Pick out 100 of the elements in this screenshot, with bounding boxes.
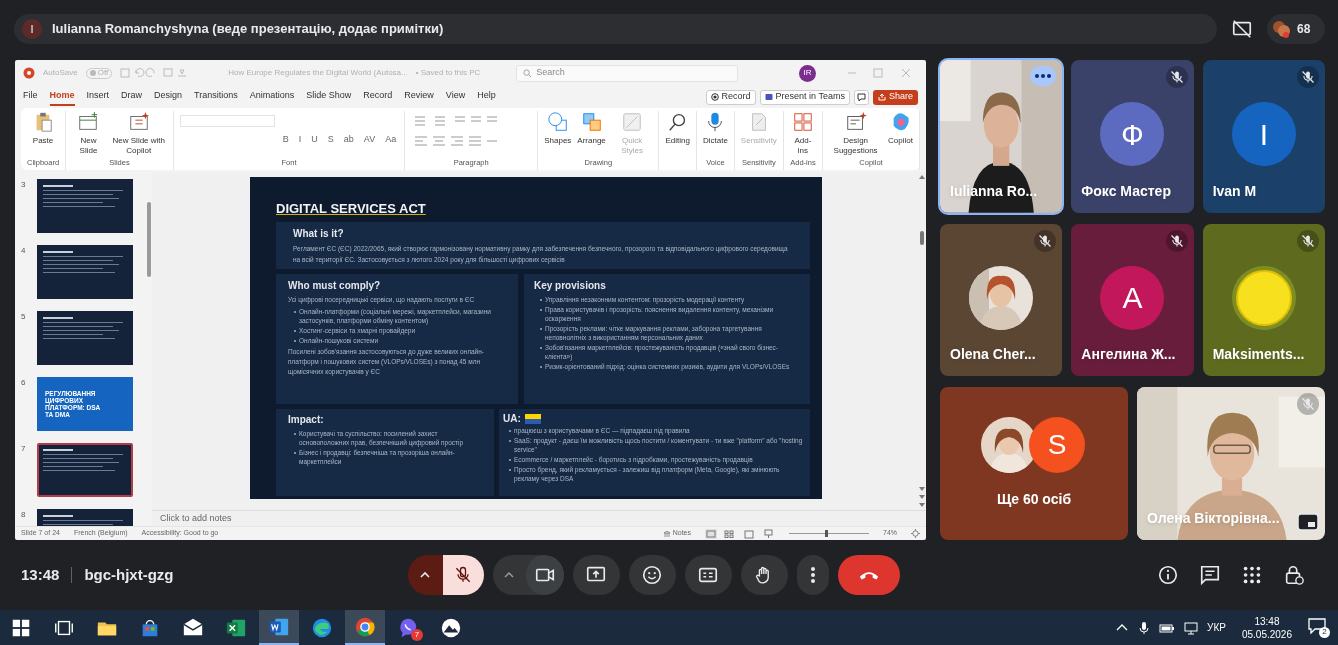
slide-number: 3 [21, 179, 27, 191]
participant-name: Olena Cher... [950, 345, 1036, 365]
slider-thumb[interactable] [825, 530, 828, 537]
menu-tab[interactable]: Slide Show [306, 88, 352, 106]
meeting-code: bgc-hjxt-gzg [84, 564, 174, 585]
scrollbar-thumb[interactable] [920, 231, 924, 245]
slide-thumbnail[interactable] [37, 179, 133, 233]
search-icon [523, 68, 533, 78]
screen-share-off-icon[interactable] [1231, 18, 1253, 40]
format-button[interactable]: ab [341, 133, 356, 147]
picture-in-picture-icon[interactable] [1297, 513, 1319, 531]
avatar: Ф [1100, 102, 1165, 166]
dictate-button[interactable]: Dictate [702, 111, 728, 146]
apps-grid-icon[interactable] [1241, 564, 1263, 586]
slide-thumbnail[interactable] [37, 311, 133, 365]
participant-name: Ангелина Ж... [1081, 345, 1176, 365]
browser-icon [311, 616, 333, 639]
clock-time: 13:48 [1254, 614, 1280, 628]
scroll-down-icon[interactable] [919, 486, 925, 508]
microphone-button[interactable] [442, 555, 484, 595]
participant-name: Maksiments... [1212, 345, 1305, 365]
quick-styles-icon [621, 111, 644, 133]
comments-icon[interactable] [853, 89, 869, 105]
copilot-button[interactable]: Copilot [888, 111, 913, 146]
record-button[interactable]: Record [705, 89, 756, 105]
menu-tab[interactable]: Transitions [194, 88, 238, 106]
participant-name: Ще 60 осіб [995, 490, 1073, 510]
scrollbar-thumb[interactable] [146, 202, 151, 277]
camera-button[interactable] [525, 555, 564, 595]
mic-off-icon [1297, 66, 1319, 88]
scroll-up-icon[interactable] [919, 174, 925, 180]
raise-hand-button[interactable] [740, 555, 788, 595]
mic-off-icon [1034, 229, 1057, 252]
design-button[interactable]: Design Suggestions [829, 111, 883, 156]
chat-icon[interactable] [1199, 564, 1221, 586]
arrange-button[interactable]: Arrange [577, 111, 606, 146]
participant-count: 68 [1297, 21, 1311, 38]
participant-name: Фокс Мастер [1081, 181, 1171, 201]
menu-tab[interactable]: Help [477, 88, 496, 106]
menu-tab[interactable]: Review [404, 88, 434, 106]
format-button[interactable]: B [280, 133, 291, 147]
new-slide-button[interactable]: New Slide [72, 111, 105, 156]
slide-thumbnail[interactable] [37, 443, 133, 497]
emoji-button[interactable] [628, 555, 676, 595]
slide-sparkle-icon [127, 111, 150, 133]
notification-badge: 7 [411, 629, 423, 641]
view-buttons-icon[interactable] [705, 528, 775, 539]
participants-button[interactable]: 68 [1267, 14, 1325, 44]
menu-tab[interactable]: Animations [249, 88, 295, 106]
copilot-slide-button[interactable]: New Slide with Copilot [110, 111, 167, 156]
taskbar-button[interactable]: 7 [388, 610, 428, 645]
zoom-slider[interactable] [789, 529, 869, 538]
present-screen-button[interactable] [572, 555, 620, 595]
more-options-button[interactable] [796, 555, 829, 595]
slide-number: 6 [21, 377, 27, 389]
taskbar-button[interactable] [345, 610, 385, 645]
present-in-teams-button[interactable]: Present in Teams [759, 89, 850, 105]
format-button[interactable]: AV [361, 133, 378, 147]
fit-slide-icon[interactable] [911, 529, 920, 538]
slide-thumbnail[interactable] [37, 245, 133, 299]
format-button[interactable]: Aa [383, 133, 399, 147]
format-button[interactable]: S [325, 133, 336, 147]
notes-icon [662, 530, 671, 537]
shapes-button[interactable]: Shapes [544, 111, 572, 146]
addins-button[interactable]: Add-ins [789, 111, 817, 156]
input-language[interactable]: УКР [1207, 620, 1226, 635]
search-field[interactable]: Search [516, 64, 739, 82]
menu-tab[interactable]: Record [363, 88, 393, 106]
paste-button[interactable]: Paste [32, 111, 55, 146]
avatar: A [1100, 265, 1165, 330]
leave-call-button[interactable] [837, 555, 900, 595]
menu-tab[interactable]: Insert [86, 88, 110, 106]
emoji-icon [641, 564, 664, 586]
font-name-field[interactable] [179, 115, 275, 127]
format-button[interactable]: U [309, 133, 320, 147]
menu-tab[interactable]: View [445, 88, 466, 106]
menu-tab[interactable]: Draw [121, 88, 143, 106]
slide-number: 4 [21, 245, 27, 257]
notes-placeholder[interactable]: Click to add notes [160, 511, 232, 526]
chat-bubble-icon [1308, 617, 1326, 634]
slide-icon [77, 111, 100, 133]
card-heading: UA: [503, 412, 521, 426]
info-icon[interactable] [1157, 564, 1179, 586]
account-avatar[interactable]: IR [799, 64, 816, 82]
network-icon[interactable] [1183, 620, 1200, 635]
card-heading: Key provisions [534, 279, 607, 293]
editing-button[interactable]: Editing [665, 111, 690, 146]
menu-tab[interactable]: File [23, 88, 38, 106]
captions-button[interactable] [684, 555, 732, 595]
share-button[interactable]: Share [872, 89, 918, 105]
clock[interactable]: 13:48 05.05.2026 [1241, 614, 1292, 641]
menu-tab[interactable]: Design [154, 88, 183, 106]
design-ideas-icon [844, 111, 867, 133]
menu-tab[interactable]: Home [49, 88, 75, 106]
microphone-icon[interactable] [1137, 620, 1152, 635]
mic-off-icon [1165, 229, 1188, 252]
notifications-button[interactable]: 2 [1308, 617, 1330, 638]
mic-off-icon [1297, 229, 1319, 252]
format-button[interactable]: I [296, 133, 304, 147]
lock-person-icon[interactable] [1283, 564, 1305, 586]
